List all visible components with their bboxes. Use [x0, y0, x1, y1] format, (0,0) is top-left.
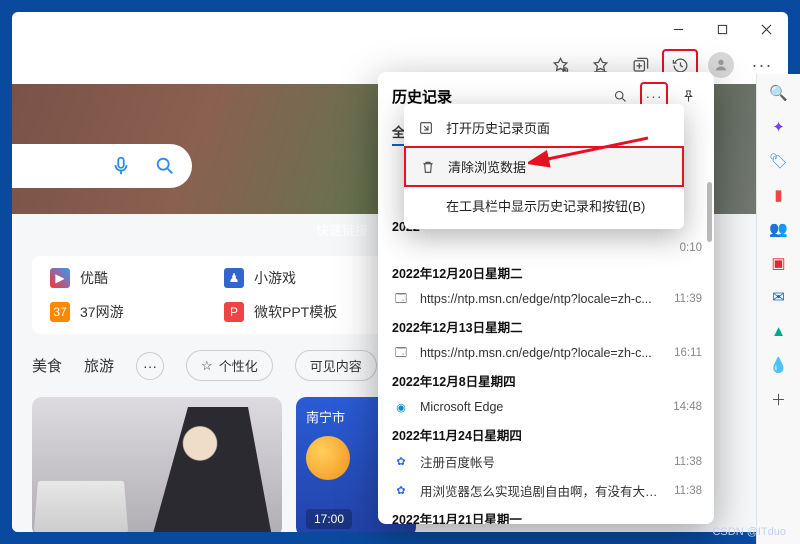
quick-link-ppt[interactable]: P微软PPT模板 — [224, 302, 398, 322]
tab-food[interactable]: 美食 — [32, 355, 62, 376]
sb-spark-icon[interactable]: ✦ — [768, 116, 790, 138]
quick-links-label: 快速链接 — [316, 220, 368, 239]
quick-links-card: ▶优酷 ♟小游戏 3737网游 P微软PPT模板 — [32, 256, 416, 334]
baidu-icon: ✿ — [392, 482, 410, 500]
edge-icon: ◉ — [392, 398, 410, 416]
search-icon[interactable] — [154, 155, 176, 177]
history-group-label: 2022年11月24日星期四 — [378, 421, 714, 447]
quick-link-game[interactable]: ♟小游戏 — [224, 268, 398, 288]
history-item[interactable]: ✿注册百度帐号11:38 — [378, 447, 714, 476]
personalize-button[interactable]: ☆ 个性化 — [186, 350, 273, 381]
web-icon: 🗔 — [392, 290, 410, 308]
tab-travel[interactable]: 旅游 — [84, 355, 114, 376]
sb-tag-icon[interactable]: 🏷 — [768, 150, 790, 172]
history-group-label: 2022年12月20日星期二 — [378, 259, 714, 285]
mic-icon[interactable] — [110, 155, 132, 177]
sb-people-icon[interactable]: 👥 — [768, 218, 790, 240]
widgets-row: 南宁市 17:00 — [32, 397, 416, 532]
minimize-button[interactable] — [656, 12, 700, 46]
watermark: CSDN @ITduo — [712, 526, 786, 538]
visible-content-button[interactable]: 可见内容 — [295, 350, 377, 381]
titlebar — [12, 12, 788, 46]
close-button[interactable] — [744, 12, 788, 46]
history-group-label: 2022年11月21日星期一 — [378, 505, 714, 524]
menu-clear-browsing-data[interactable]: 清除浏览数据 — [404, 146, 684, 187]
sb-search-icon[interactable]: 🔍 — [768, 82, 790, 104]
history-item[interactable]: 🗔https://ntp.msn.cn/edge/ntp?locale=zh-c… — [378, 285, 714, 313]
quick-link-youku[interactable]: ▶优酷 — [50, 268, 224, 288]
menu-open-history-page[interactable]: 打开历史记录页面 — [404, 109, 684, 146]
history-item[interactable]: 🗔https://ntp.msn.cn/edge/ntp?locale=zh-c… — [378, 339, 714, 367]
weather-time: 17:00 — [306, 509, 352, 529]
sb-drop-icon[interactable]: 💧 — [768, 354, 790, 376]
sb-game-icon[interactable]: ▲ — [768, 320, 790, 342]
sb-outlook-icon[interactable]: ✉ — [768, 286, 790, 308]
history-item[interactable]: 0:10 — [378, 237, 714, 259]
right-sidebar: 🔍 ✦ 🏷 ▮ 👥 ▣ ✉ ▲ 💧 ＋ — [756, 74, 800, 544]
baidu-icon: ✿ — [392, 453, 410, 471]
news-card[interactable] — [32, 397, 282, 532]
sb-plus-icon[interactable]: ＋ — [768, 388, 790, 410]
category-row: 美食 旅游 ··· ☆ 个性化 可见内容 — [32, 350, 416, 381]
history-item[interactable]: ✿用浏览器怎么实现追剧自由啊，有没有大佬知...11:38 — [378, 476, 714, 505]
web-icon: 🗔 — [392, 344, 410, 362]
history-group-label: 2022年12月13日星期二 — [378, 313, 714, 339]
sb-office-icon[interactable]: ▣ — [768, 252, 790, 274]
maximize-button[interactable] — [700, 12, 744, 46]
history-item[interactable]: ◉Microsoft Edge14:48 — [378, 393, 714, 421]
sun-icon — [306, 436, 350, 480]
more-categories-icon[interactable]: ··· — [136, 352, 164, 380]
history-dropdown-menu: 打开历史记录页面 清除浏览数据 在工具栏中显示历史记录和按钮(B) — [404, 104, 684, 229]
history-group-label: 2022年12月8日星期四 — [378, 367, 714, 393]
menu-show-history-button[interactable]: 在工具栏中显示历史记录和按钮(B) — [404, 187, 684, 224]
sb-music-icon[interactable]: ▮ — [768, 184, 790, 206]
cards-area: ▶优酷 ♟小游戏 3737网游 P微软PPT模板 美食 旅游 ··· ☆ 个性化… — [32, 256, 416, 532]
scrollbar[interactable] — [707, 182, 712, 242]
search-bar[interactable] — [12, 144, 192, 188]
quick-link-37[interactable]: 3737网游 — [50, 302, 224, 322]
